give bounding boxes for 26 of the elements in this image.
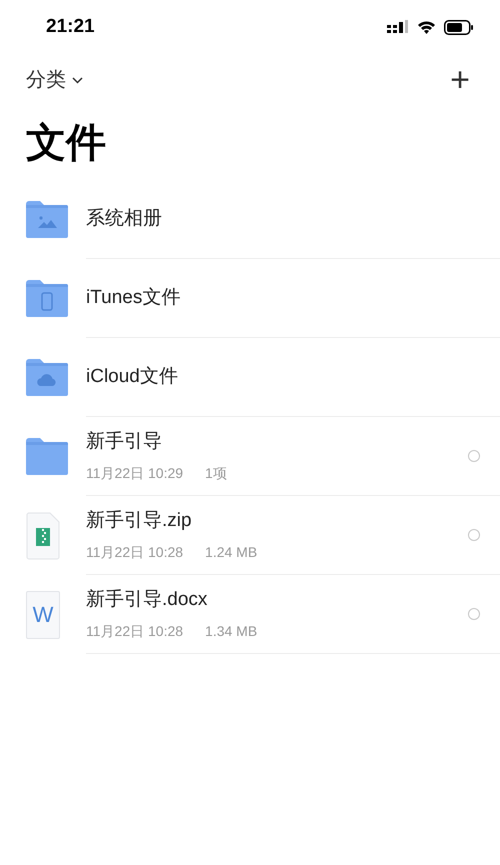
item-size: 1.24 MB <box>205 542 258 562</box>
item-name: 新手引导.zip <box>86 509 192 534</box>
modified-date: 11月22日 10:28 <box>86 622 184 641</box>
zip-file-icon <box>26 512 60 560</box>
category-dropdown[interactable]: 分类 <box>26 65 83 95</box>
item-name: iCloud文件 <box>86 364 178 389</box>
chevron-down-icon <box>72 76 83 84</box>
item-name: iTunes文件 <box>86 286 180 310</box>
folder-icon <box>26 438 68 475</box>
modified-date: 11月22日 10:29 <box>86 464 184 483</box>
modified-date: 11月22日 10:28 <box>86 542 184 562</box>
page-title: 文件 <box>26 120 106 167</box>
word-file-icon: W <box>26 590 60 638</box>
item-size: 1项 <box>205 464 227 483</box>
battery-icon <box>444 20 474 34</box>
photo-folder-icon <box>26 201 68 238</box>
phone-folder-icon <box>26 280 68 317</box>
signal-icon <box>387 20 409 34</box>
cloud-folder-icon <box>26 359 68 396</box>
item-name: 系统相册 <box>86 206 162 231</box>
item-size: 1.34 MB <box>205 622 258 641</box>
wifi-icon <box>417 20 436 34</box>
item-name: 新手引导 <box>86 430 162 454</box>
status-time: 21:21 <box>46 14 95 39</box>
add-button[interactable]: + <box>450 63 470 97</box>
item-name: 新手引导.docx <box>86 588 208 612</box>
